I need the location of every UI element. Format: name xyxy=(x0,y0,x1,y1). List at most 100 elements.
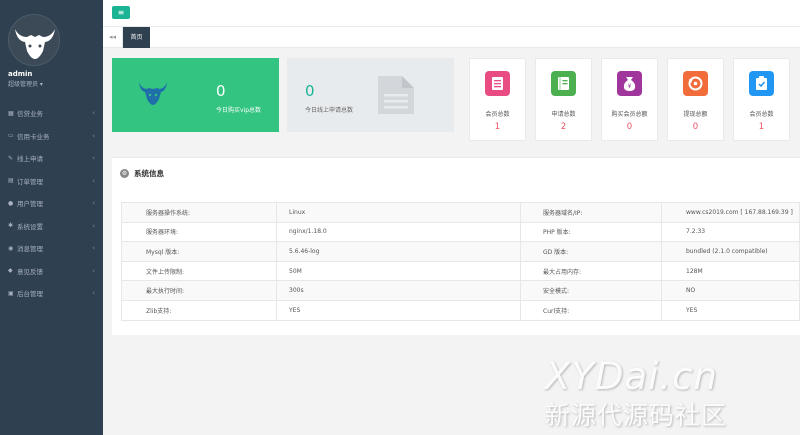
gear-icon: ⚙ xyxy=(120,169,129,178)
info-key: 服务器操作系统: xyxy=(121,202,277,223)
system-info-header: ⚙ 系统信息 xyxy=(120,168,164,179)
sidebar-item-admin[interactable]: ▣ 后台管理 ‹ xyxy=(0,282,103,305)
info-key: Zlib支持: xyxy=(121,299,277,321)
tab-home[interactable]: 首页 xyxy=(123,27,150,48)
info-value: Linux xyxy=(276,202,521,223)
refresh-icon xyxy=(683,71,708,96)
sidebar-nav: ▦ 信贷业务 ‹ ▭ 信用卡业务 ‹ ✎ 线上申请 ‹ ▤ 订单管理 ‹ ● 用户管理 ‹ ✱ 系统设… xyxy=(0,102,103,305)
watermark-title: XYDai.cn xyxy=(545,355,718,398)
apply-total-label: 申请总数 xyxy=(551,111,576,118)
chevron-left-icon: ‹ xyxy=(92,154,95,162)
sidebar-item-label: 意见反馈 xyxy=(17,267,43,276)
chevron-left-icon: ‹ xyxy=(92,131,95,140)
tag-icon: ◆ xyxy=(8,267,13,275)
info-value: 50M xyxy=(276,260,521,282)
top-header: ≡ xyxy=(103,0,800,27)
bull-icon xyxy=(139,82,167,105)
info-value: nginx/1.18.0 xyxy=(276,221,521,243)
table-row: Mysql 版本: 5.6.46-log GD 版本: bundled (2.1… xyxy=(121,241,800,262)
system-info-panel: ⚙ 系统信息 服务器操作系统: Linux 服务器域名/IP: www.cs20… xyxy=(112,157,800,335)
chevron-left-icon: ‹ xyxy=(92,289,95,297)
table-row: 服务器操作系统: Linux 服务器域名/IP: www.cs2019.com … xyxy=(121,202,800,223)
apply-count: 0 xyxy=(305,82,315,100)
tab-scroll-left-button[interactable]: ◂◂ xyxy=(103,27,123,48)
system-info-table: 服务器操作系统: Linux 服务器域名/IP: www.cs2019.com … xyxy=(121,202,800,321)
info-key: 最大执行时间: xyxy=(121,280,277,301)
chevron-left-icon: ‹ xyxy=(92,221,95,230)
document-icon xyxy=(378,76,414,114)
member-total-label: 会员总数 xyxy=(485,111,510,118)
sidebar-item-users[interactable]: ● 用户管理 ‹ xyxy=(0,192,103,215)
sidebar-item-label: 用户管理 xyxy=(17,200,43,209)
sidebar-item-messages[interactable]: ◉ 消息管理 ‹ xyxy=(0,237,103,260)
chevron-left-icon: ‹ xyxy=(92,244,95,252)
withdraw-total-card[interactable]: 提现总额 0 xyxy=(667,58,724,141)
info-value: YES xyxy=(276,299,521,321)
info-key: Mysql 版本: xyxy=(121,241,277,262)
desktop-icon: ▣ xyxy=(8,289,14,297)
comment-icon: ◉ xyxy=(8,244,14,252)
info-key: PHP 版本: xyxy=(520,221,662,243)
system-info-title: 系统信息 xyxy=(134,169,164,178)
watermark-subtitle: 新源代源码社区 xyxy=(545,401,728,430)
sidebar-item-settings[interactable]: ✱ 系统设置 ‹ xyxy=(0,215,103,238)
vip-label: 今日购买vip总数 xyxy=(216,107,262,114)
table-row: 文件上传限制: 50M 最大占用内存: 128M xyxy=(121,260,800,282)
clipboard-check-icon xyxy=(749,71,774,96)
sidebar-item-credit-card[interactable]: ▭ 信用卡业务 ‹ xyxy=(0,125,103,148)
info-key: 服务器环境: xyxy=(121,221,277,243)
sidebar-item-label: 后台管理 xyxy=(17,290,43,299)
sidebar-item-label: 系统设置 xyxy=(17,222,43,231)
purchase-total-card[interactable]: ¥ 购买会员总额 0 xyxy=(601,58,658,141)
vip-purchase-card: 0 今日购买vip总数 xyxy=(112,58,279,132)
info-key: 最大占用内存: xyxy=(520,260,662,282)
info-key: GD 版本: xyxy=(520,241,662,262)
sidebar-item-credit-business[interactable]: ▦ 信贷业务 ‹ xyxy=(0,102,103,125)
chevron-left-icon: ‹ xyxy=(92,176,95,185)
sidebar: admin 超级管理员 ▾ ▦ 信贷业务 ‹ ▭ 信用卡业务 ‹ ✎ 线上申请 ‹ ▤ 订单管… xyxy=(0,0,103,435)
info-key: 服务器域名/IP: xyxy=(520,202,662,223)
member-count-card[interactable]: 会员总数 1 xyxy=(733,58,790,141)
notebook-icon xyxy=(551,71,576,96)
user-name[interactable]: admin xyxy=(8,70,32,78)
info-value: 5.6.46-log xyxy=(276,241,521,262)
money-bag-icon: ¥ xyxy=(617,71,642,96)
tabs-bar: ◂◂ 首页 xyxy=(103,27,800,48)
info-value: bundled (2.1.0 compatible) xyxy=(661,241,800,262)
chevron-left-icon: ‹ xyxy=(92,266,95,275)
table-row: 最大执行时间: 300s 安全模式: NO xyxy=(121,280,800,301)
user-role[interactable]: 超级管理员 ▾ xyxy=(8,79,43,88)
withdraw-total-label: 提现总额 xyxy=(683,111,708,118)
apply-total-card[interactable]: 申请总数 2 xyxy=(535,58,592,141)
chevron-left-icon: ‹ xyxy=(92,199,95,207)
purchase-total-value: 0 xyxy=(626,122,633,132)
menu-toggle-button[interactable]: ≡ xyxy=(112,6,130,19)
bull-logo-icon xyxy=(15,29,55,59)
withdraw-total-value: 0 xyxy=(692,122,699,132)
vip-count: 0 xyxy=(216,82,226,100)
gears-icon: ✱ xyxy=(8,222,14,230)
calendar-icon: ▦ xyxy=(8,109,14,117)
user-profile: admin 超级管理员 ▾ xyxy=(0,0,103,95)
svg-text:¥: ¥ xyxy=(628,83,632,90)
avatar[interactable] xyxy=(8,14,60,66)
info-value: 300s xyxy=(276,280,521,301)
member-total-value: 1 xyxy=(494,122,501,132)
info-value: 7.2.33 xyxy=(661,221,800,243)
sidebar-item-online-apply[interactable]: ✎ 线上申请 ‹ xyxy=(0,147,103,170)
info-key: Curl支持: xyxy=(520,299,662,321)
info-value: www.cs2019.com [ 167.88.169.39 ] xyxy=(661,202,800,223)
apply-total-value: 2 xyxy=(560,122,567,132)
sidebar-item-orders[interactable]: ▤ 订单管理 ‹ xyxy=(0,170,103,193)
table-row: 服务器环境: nginx/1.18.0 PHP 版本: 7.2.33 xyxy=(121,221,800,243)
chevron-left-icon: ‹ xyxy=(92,109,95,117)
member-total-card[interactable]: 会员总数 1 xyxy=(469,58,526,141)
sidebar-item-feedback[interactable]: ◆ 意见反馈 ‹ xyxy=(0,260,103,283)
credit-card-icon: ▭ xyxy=(8,132,14,140)
info-key: 文件上传限制: xyxy=(121,260,277,282)
purchase-total-label: 购买会员总额 xyxy=(611,111,648,118)
sidebar-item-label: 消息管理 xyxy=(17,245,43,254)
apply-label: 今日线上申请总数 xyxy=(305,107,354,114)
member-count-label: 会员总数 xyxy=(749,111,774,118)
online-apply-card: 0 今日线上申请总数 xyxy=(287,58,454,132)
